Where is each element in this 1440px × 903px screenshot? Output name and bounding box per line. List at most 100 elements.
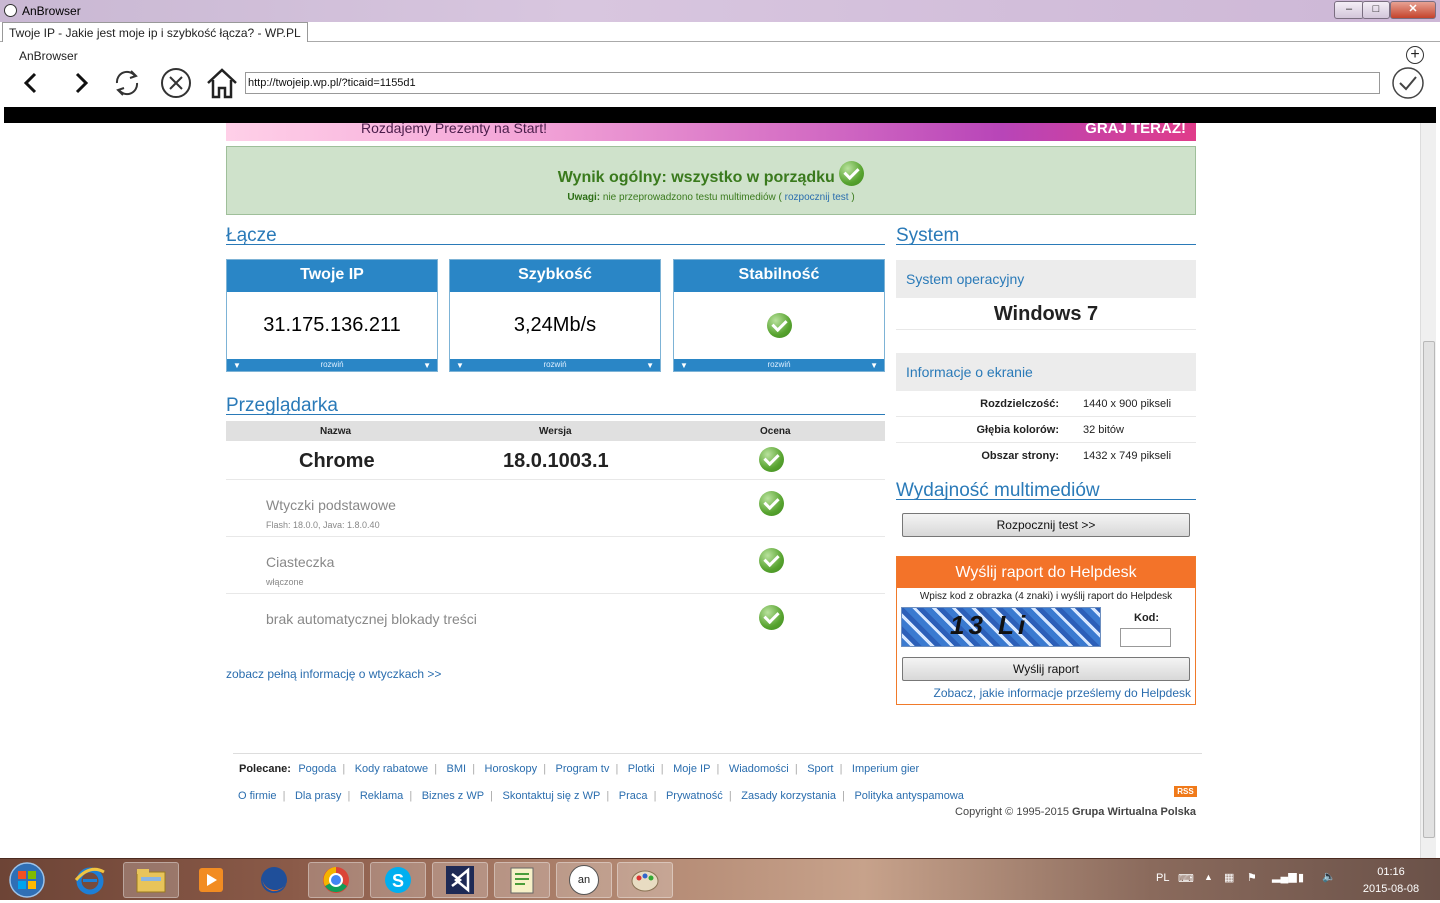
visual-studio-icon[interactable] (432, 862, 488, 898)
footer-link[interactable]: Skontaktuj się z WP (502, 790, 600, 802)
paint-icon[interactable] (617, 862, 673, 898)
network-signal-icon[interactable]: ▂▄▆ (1272, 870, 1297, 883)
footer-link[interactable]: Moje IP (673, 763, 710, 775)
info-key: Głębia kolorów: (976, 424, 1059, 436)
row-subtitle: Flash: 18.0.0, Java: 1.8.0.40 (266, 520, 380, 530)
result-note-end: ) (848, 192, 855, 203)
row-title: Wtyczki podstawowe (266, 497, 396, 513)
card-stability: Stabilność ▼ rozwiń ▼ (673, 259, 885, 372)
section-heading-system: System (896, 226, 1196, 245)
tab-strip: Twoje IP - Jakie jest moje ip i szybkość… (0, 22, 1440, 42)
footer-link[interactable]: O firmie (238, 790, 277, 802)
footer-link[interactable]: Zasady korzystania (741, 790, 836, 802)
info-row: Obszar strony: 1432 x 749 pikseli (896, 443, 1196, 469)
footer-link[interactable]: Praca (619, 790, 648, 802)
footer-link[interactable]: Dla prasy (295, 790, 341, 802)
col-name: Nazwa (320, 426, 352, 437)
result-main-text: Wynik ogólny: wszystko w porządku (557, 169, 835, 186)
scrollbar-thumb[interactable] (1423, 341, 1435, 838)
address-bar[interactable]: http://twojeip.wp.pl/?ticaid=1155d1 (245, 72, 1380, 94)
clock-time[interactable]: 01:16 (1361, 866, 1421, 878)
footer-link[interactable]: Imperium gier (852, 763, 919, 775)
chrome-icon[interactable] (308, 862, 364, 898)
os-label-box: System operacyjny (896, 260, 1196, 298)
plugins-info-link[interactable]: zobacz pełną informację o wtyczkach >> (226, 667, 441, 681)
footer-link[interactable]: Sport (807, 763, 833, 775)
expand-toggle[interactable]: ▼ rozwiń ▼ (674, 359, 884, 371)
page-scrollbar[interactable] (1420, 123, 1436, 858)
ok-check-icon (839, 161, 865, 187)
forward-icon[interactable] (62, 65, 98, 101)
maximize-button[interactable]: □ (1362, 1, 1390, 19)
footer-link[interactable]: Wiadomości (729, 763, 789, 775)
rss-icon[interactable]: RSS (1174, 786, 1197, 797)
footer-link[interactable]: Polityka antyspamowa (854, 790, 963, 802)
action-center-flag-icon[interactable]: ⚑ (1247, 871, 1257, 884)
ad-banner[interactable]: Rozdajemy Prezenty na Start! GRAJ TERAZ! (226, 123, 1196, 141)
refresh-icon[interactable] (109, 65, 145, 101)
power-icon[interactable]: ▮ (1298, 871, 1304, 884)
info-value: 32 bitów (1083, 424, 1124, 436)
browser-row-main: Chrome 18.0.1003.1 (226, 442, 885, 480)
firefox-icon[interactable] (246, 862, 302, 898)
card-speed: Szybkość 3,24Mb/s ▼ rozwiń ▼ (449, 259, 661, 372)
show-hidden-icons[interactable]: ▲ (1204, 872, 1213, 882)
close-button[interactable]: ✕ (1390, 1, 1436, 19)
media-player-icon[interactable] (183, 862, 239, 898)
skype-icon[interactable]: S (370, 862, 426, 898)
helpdesk-info-link[interactable]: Zobacz, jakie informacje prześlemy do He… (934, 686, 1191, 700)
start-button[interactable] (2, 860, 52, 900)
card-title: Szybkość (450, 260, 660, 292)
footer-link[interactable]: Plotki (628, 763, 655, 775)
go-icon[interactable] (1390, 65, 1426, 101)
minimize-button[interactable]: – (1334, 1, 1364, 19)
ok-check-icon (766, 313, 792, 339)
screen-label-box: Informacje o ekranie (896, 353, 1196, 391)
notepad-plus-icon[interactable] (494, 862, 550, 898)
clock-date[interactable]: 2015-08-08 (1350, 883, 1432, 895)
windows-flag-icon[interactable]: ▦ (1224, 871, 1234, 884)
send-report-button[interactable]: Wyślij raport (902, 657, 1190, 681)
captcha-image: 13 Li (901, 607, 1101, 647)
os-value: Windows 7 (896, 298, 1196, 330)
start-test-link[interactable]: rozpocznij test (785, 192, 849, 203)
row-title: Ciasteczka (266, 554, 335, 570)
ie-icon[interactable] (62, 862, 118, 898)
anbrowser-taskbar-icon[interactable]: an (556, 862, 612, 898)
row-title: brak automatycznej blokady treści (266, 611, 477, 627)
home-icon[interactable] (204, 65, 240, 101)
language-indicator[interactable]: PL (1156, 872, 1169, 884)
keyboard-icon[interactable]: ⌨ (1178, 872, 1194, 885)
tab-active[interactable]: Twoje IP - Jakie jest moje ip i szybkość… (2, 22, 308, 42)
footer-link[interactable]: Prywatność (666, 790, 723, 802)
expand-toggle[interactable]: ▼ rozwiń ▼ (450, 359, 660, 371)
start-test-button[interactable]: Rozpocznij test >> (902, 513, 1190, 537)
ad-banner-cta[interactable]: GRAJ TERAZ! (1085, 123, 1186, 137)
footer-link[interactable]: Horoskopy (485, 763, 538, 775)
footer-link[interactable]: BMI (447, 763, 467, 775)
browser-version: 18.0.1003.1 (503, 450, 609, 472)
explorer-icon[interactable] (123, 862, 179, 898)
code-input[interactable] (1120, 628, 1171, 647)
footer-link[interactable]: Program tv (556, 763, 610, 775)
copyright: Copyright © 1995-2015 Grupa Wirtualna Po… (955, 806, 1196, 818)
copyright-text: Copyright © 1995-2015 (955, 806, 1072, 818)
helpdesk-title: Wyślij raport do Helpdesk (897, 557, 1195, 588)
back-icon[interactable] (14, 65, 50, 101)
footer-link[interactable]: Biznes z WP (422, 790, 484, 802)
col-rating: Ocena (760, 426, 791, 437)
footer-link[interactable]: Pogoda (298, 763, 336, 775)
stability-value (674, 292, 884, 359)
footer-polecane: Polecane: Pogoda | Kody rabatowe | BMI |… (239, 763, 920, 775)
footer-link[interactable]: Reklama (360, 790, 403, 802)
chevron-down-icon: ▼ (233, 361, 241, 370)
new-tab-icon[interactable]: + (1406, 46, 1424, 64)
section-heading-multimedia: Wydajność multimediów (896, 481, 1196, 500)
volume-icon[interactable]: 🔈 (1322, 870, 1336, 883)
stop-icon[interactable] (158, 65, 194, 101)
code-label: Kod: (1134, 612, 1160, 624)
screen-label: Informacje o ekranie (906, 364, 1033, 380)
ip-value: 31.175.136.211 (263, 314, 401, 336)
footer-link[interactable]: Kody rabatowe (355, 763, 428, 775)
expand-toggle[interactable]: ▼ rozwiń ▼ (227, 359, 437, 371)
